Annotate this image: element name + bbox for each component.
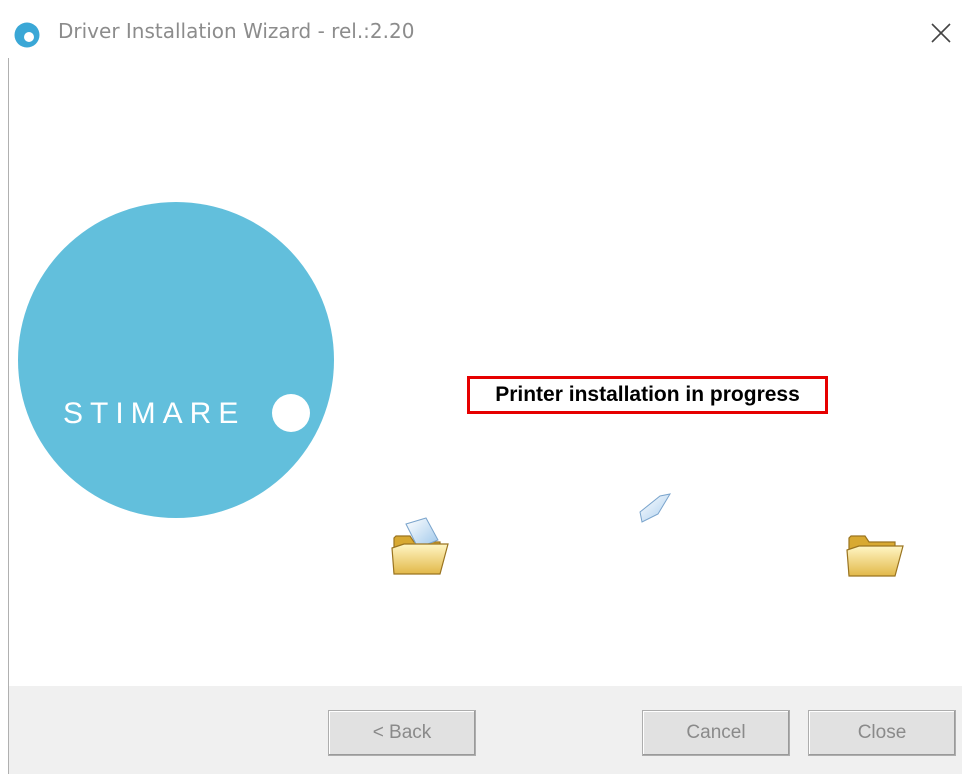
- close-button[interactable]: Close: [808, 710, 956, 756]
- back-button[interactable]: < Back: [328, 710, 476, 756]
- folder-open-icon: [391, 517, 449, 575]
- logo-text: STIMARE: [63, 397, 246, 430]
- logo-dot: [272, 394, 310, 432]
- title-bar: Driver Installation Wizard - rel.:2.20: [0, 0, 962, 64]
- app-icon: [14, 22, 40, 48]
- close-icon[interactable]: [928, 20, 954, 46]
- stimare-logo: [18, 202, 334, 518]
- installer-window: Driver Installation Wizard - rel.:2.20 S…: [0, 0, 962, 774]
- status-box: Printer installation in progress: [467, 376, 828, 414]
- cancel-button[interactable]: Cancel: [642, 710, 790, 756]
- window-title: Driver Installation Wizard - rel.:2.20: [58, 19, 415, 43]
- folder-icon: [846, 535, 904, 577]
- document-icon: [639, 493, 672, 523]
- status-message: Printer installation in progress: [495, 383, 800, 406]
